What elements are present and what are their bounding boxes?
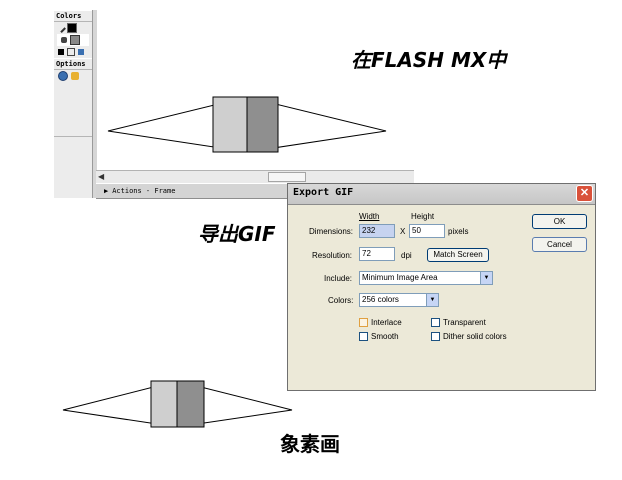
resolution-label: Resolution: <box>312 251 353 260</box>
actions-bar-label: Actions - Frame <box>112 187 176 195</box>
resolution-input[interactable]: 72 <box>359 247 395 261</box>
dialog-title: Export GIF <box>293 187 354 198</box>
colors-select[interactable]: 256 colors ▼ <box>359 293 439 307</box>
dither-checkbox[interactable] <box>431 332 440 341</box>
width-input[interactable]: 232 <box>359 224 395 238</box>
colors-label: Colors: <box>328 296 354 305</box>
colors-header: Colors <box>54 10 92 22</box>
caption-pixel-art: 象素画 <box>280 432 340 456</box>
horizontal-scrollbar[interactable]: ◀ <box>96 170 414 184</box>
scroll-left-icon[interactable]: ◀ <box>98 172 104 181</box>
pixel-diamond-shape <box>62 380 293 428</box>
height-header: Height <box>411 212 435 221</box>
colors-selected-value: 256 colors <box>362 295 399 304</box>
caption-export-gif: 导出GIF <box>198 222 276 246</box>
snap-magnet-icon[interactable] <box>58 71 68 81</box>
swap-colors-icon[interactable] <box>78 49 84 55</box>
chevron-down-icon[interactable]: ▼ <box>480 272 492 284</box>
include-selected-value: Minimum Image Area <box>362 273 438 282</box>
pencil-icon[interactable] <box>56 23 66 33</box>
export-gif-dialog: Export GIF ✕ Width Height Dimensions: 23… <box>287 183 596 391</box>
dialog-titlebar[interactable]: Export GIF ✕ <box>288 184 595 205</box>
stroke-color-swatch[interactable] <box>67 23 77 33</box>
pixels-label: pixels <box>448 227 469 236</box>
options-header: Options <box>54 58 92 70</box>
flash-tools-panel: Colors Options <box>54 10 93 198</box>
width-header: Width <box>359 212 380 221</box>
interlace-label: Interlace <box>371 318 402 327</box>
transparent-checkbox[interactable] <box>431 318 440 327</box>
ok-button[interactable]: OK <box>532 214 587 229</box>
scroll-thumb[interactable] <box>268 172 306 182</box>
smooth-checkbox[interactable] <box>359 332 368 341</box>
include-select[interactable]: Minimum Image Area ▼ <box>359 271 493 285</box>
no-color-icon[interactable] <box>67 48 75 56</box>
expand-arrow-icon[interactable]: ▶ <box>96 187 108 195</box>
smooth-label: Smooth <box>371 332 399 341</box>
smooth-icon[interactable] <box>71 72 79 80</box>
vector-diamond-shape <box>107 96 387 153</box>
dpi-label: dpi <box>401 251 412 260</box>
chevron-down-icon[interactable]: ▼ <box>426 294 438 306</box>
match-screen-button[interactable]: Match Screen <box>427 248 489 262</box>
fill-color-swatch[interactable] <box>70 35 80 45</box>
dither-label: Dither solid colors <box>443 332 507 341</box>
transparent-label: Transparent <box>443 318 486 327</box>
paint-bucket-icon[interactable] <box>61 37 67 43</box>
close-icon[interactable]: ✕ <box>576 185 593 202</box>
black-white-icon[interactable] <box>58 49 64 55</box>
dimensions-label: Dimensions: <box>309 227 354 236</box>
height-input[interactable]: 50 <box>409 224 445 238</box>
x-label: X <box>400 227 406 236</box>
include-label: Include: <box>324 274 353 283</box>
caption-flash-mx: 在FLASH MX中 <box>351 48 507 72</box>
cancel-button[interactable]: Cancel <box>532 237 587 252</box>
interlace-checkbox[interactable] <box>359 318 368 327</box>
